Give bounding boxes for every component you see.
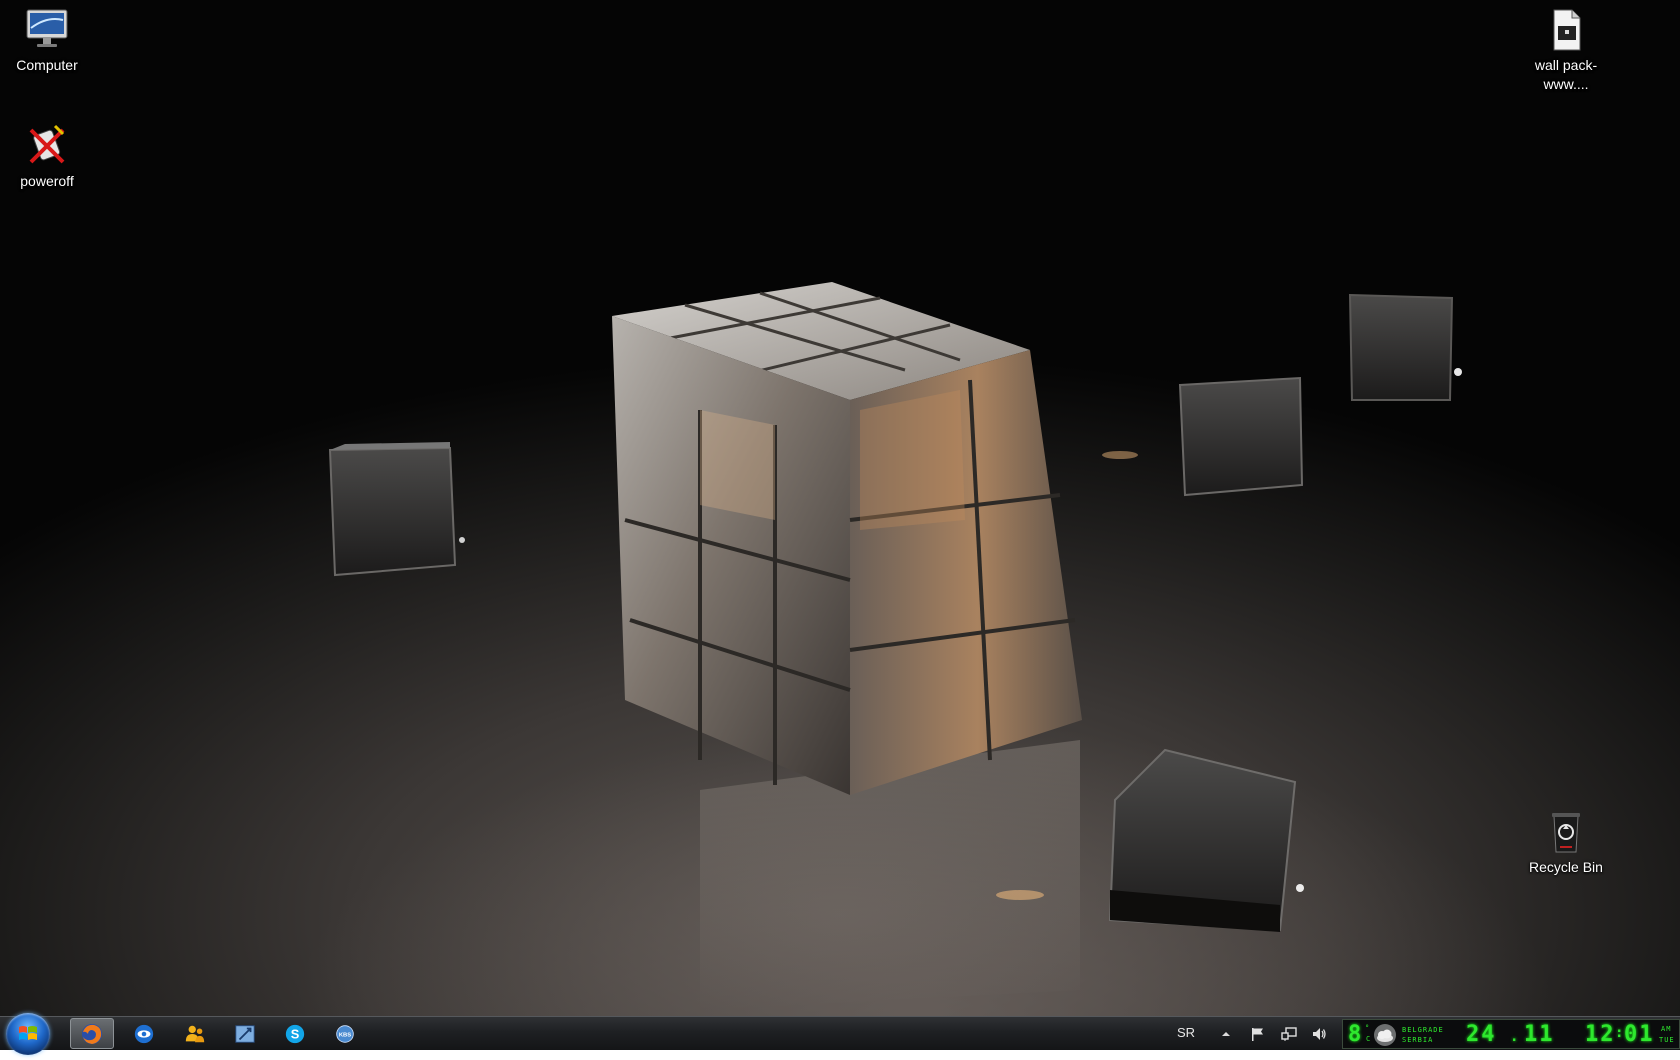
desktop-icon-label: wall pack-www.... (1534, 57, 1598, 92)
date-separator: . (1510, 1029, 1521, 1045)
taskbar-xlauncher-button[interactable] (223, 1018, 267, 1049)
temperature-value: 8 (1348, 1022, 1364, 1047)
teamviewer-icon (134, 1024, 154, 1043)
desktop-icon-label: poweroff (20, 173, 74, 189)
taskbar-teamviewer-button[interactable] (122, 1018, 166, 1049)
city-name: BELGRADE (1402, 1026, 1444, 1034)
action-center-button[interactable] (1247, 1023, 1269, 1045)
desktop-icon-poweroff[interactable]: poweroff (0, 122, 95, 191)
desktop-icon-label: Recycle Bin (1529, 859, 1603, 875)
network-icon (1281, 1027, 1297, 1041)
firefox-icon (82, 1023, 102, 1044)
time-ampm: AM (1661, 1025, 1672, 1033)
time-minute: 01 (1624, 1022, 1655, 1047)
file-icon (1553, 9, 1581, 51)
recycle-bin-icon (1552, 813, 1580, 853)
windows-start-icon (19, 1026, 37, 1040)
desktop-icon-computer[interactable]: Computer (0, 6, 95, 75)
people-icon (185, 1025, 205, 1042)
taskbar-people-button[interactable] (173, 1018, 217, 1049)
computer-icon (26, 9, 68, 47)
svg-text:KBS: KBS (339, 1032, 351, 1038)
time-hour: 12 (1585, 1022, 1616, 1047)
volume-button[interactable] (1308, 1023, 1330, 1045)
desktop-icon-label: Computer (16, 57, 78, 73)
language-indicator[interactable]: SR (1177, 1025, 1195, 1040)
svg-text:S: S (291, 1026, 300, 1041)
network-button[interactable] (1278, 1023, 1300, 1045)
country-name: SERBIA (1402, 1036, 1434, 1044)
poweroff-icon (29, 124, 65, 164)
chevron-up-icon (1222, 1032, 1230, 1036)
skype-icon: S (285, 1024, 305, 1043)
show-hidden-icons-button[interactable] (1215, 1023, 1237, 1045)
taskbar-kbs-button[interactable]: KBS (323, 1018, 367, 1049)
lcd-clock-weather-widget[interactable]: 8 ° C BELGRADE SERBIA 24 . 11 12 : 01 AM… (1342, 1019, 1680, 1049)
time-weekday: TUE (1659, 1036, 1675, 1044)
desktop-icon-wallpack[interactable]: wall pack-www.... (1518, 6, 1614, 94)
xlauncher-icon (235, 1024, 255, 1043)
desktop-icon-recycle-bin[interactable]: Recycle Bin (1518, 808, 1614, 877)
volume-icon (1313, 1028, 1326, 1040)
date-day: 24 (1466, 1022, 1497, 1047)
temperature-degree: ° (1365, 1024, 1371, 1032)
date-month: 11 (1524, 1022, 1555, 1047)
taskbar-skype-button[interactable]: S (273, 1018, 317, 1049)
kbs-icon: KBS (336, 1024, 354, 1043)
taskbar: S KBS SR 8 ° C BELGRADE SERBIA 24 . 11 1… (0, 1013, 1680, 1055)
temperature-unit: C (1366, 1035, 1372, 1043)
taskbar-firefox-button[interactable] (70, 1018, 114, 1049)
weather-cloud-icon (1374, 1024, 1396, 1046)
wallpaper-cube-art (328, 282, 1462, 1010)
start-button[interactable] (6, 1013, 50, 1055)
desktop: Computer poweroff wall pack-www.... Recy… (0, 0, 1680, 1016)
flag-icon (1252, 1028, 1263, 1041)
